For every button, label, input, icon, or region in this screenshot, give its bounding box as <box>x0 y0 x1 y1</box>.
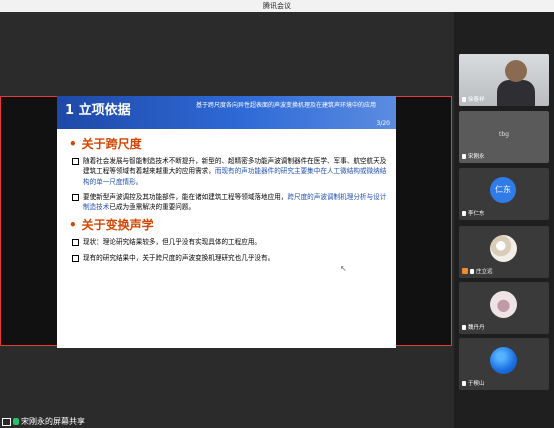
participant-name: 宋刚永 <box>462 152 485 160</box>
video-person <box>497 80 535 106</box>
host-badge-icon <box>462 268 468 274</box>
bullet-heading: • 关于跨尺度 <box>69 137 142 151</box>
microphone-icon <box>13 418 19 425</box>
mic-icon <box>462 324 466 330</box>
slide-page-number: 3/20 <box>376 120 390 127</box>
avatar <box>490 291 517 318</box>
mouse-cursor-icon: ↖ <box>340 264 347 273</box>
mic-icon <box>462 210 466 216</box>
bullet-paragraph: 现状：理论研究结果较多，但几乎没有实现具体的工程应用。 <box>69 237 390 247</box>
checkbox-bullet-icon <box>72 193 79 201</box>
mic-icon <box>462 96 466 102</box>
avatar: 仁东 <box>490 177 516 203</box>
video-placeholder-text: tbg <box>499 131 509 138</box>
participant-name: 于楔山 <box>462 379 485 387</box>
presentation-slide: 1 立项依据 基于跨尺度各向异性超表面的声波变换机理及在建筑声环境中的应用 3/… <box>57 96 396 348</box>
window-title: 腾讯会议 <box>263 2 291 10</box>
screen-icon <box>2 417 11 426</box>
participant-tile[interactable]: 于楔山 <box>459 338 549 390</box>
avatar <box>490 235 517 262</box>
bullet-paragraph: 现有的研究结果中，关于跨尺度的声波变换机理研究也几乎没有。 <box>69 253 390 263</box>
slide-section-title: 1 立项依据 <box>65 103 131 118</box>
participant-tile[interactable]: 庄立远 <box>459 226 549 278</box>
participant-name: 庄立远 <box>462 267 493 275</box>
bullet-heading: • 关于变换声学 <box>69 218 154 233</box>
video-person-head <box>505 60 527 82</box>
checkbox-bullet-icon <box>72 158 79 165</box>
participant-tile[interactable]: 徐春祥 <box>459 54 549 106</box>
participant-name: 李仁东 <box>462 209 485 217</box>
participant-tile[interactable]: 魏丹丹 <box>459 282 549 334</box>
window-title-bar: 腾讯会议 <box>0 0 554 12</box>
participant-name: 魏丹丹 <box>462 323 485 331</box>
participant-tile[interactable]: 仁东 李仁东 <box>459 168 549 220</box>
bullet-paragraph: 随着社会发展与智能制造技术不断提升，新型的、超精密多功能声波调制器件在医学、军事… <box>69 156 390 187</box>
checkbox-bullet-icon <box>72 239 79 247</box>
share-controls-icon[interactable] <box>58 337 66 345</box>
participant-tile[interactable]: tbg 宋刚永 <box>459 111 549 163</box>
slide-topic: 基于跨尺度各向异性超表面的声波变换机理及在建筑声环境中的应用 <box>196 102 377 109</box>
slide-header: 1 立项依据 基于跨尺度各向异性超表面的声波变换机理及在建筑声环境中的应用 3/… <box>57 96 396 129</box>
mic-icon <box>470 268 474 274</box>
bullet-paragraph: 要使新型声波调控及其功能部件，能在诸如建筑工程等领域落地应用，跨尺度的声波调制机… <box>69 192 390 213</box>
screen-share-label: 宋刚永的屏幕共享 <box>2 416 85 427</box>
checkbox-bullet-icon <box>72 254 79 262</box>
avatar <box>490 347 517 374</box>
mic-icon <box>462 380 466 386</box>
mic-icon <box>462 153 466 159</box>
slide-body: • 关于跨尺度 随着社会发展与智能制造技术不断提升，新型的、超精密多功能声波调制器… <box>69 136 390 268</box>
participant-name: 徐春祥 <box>462 95 485 103</box>
